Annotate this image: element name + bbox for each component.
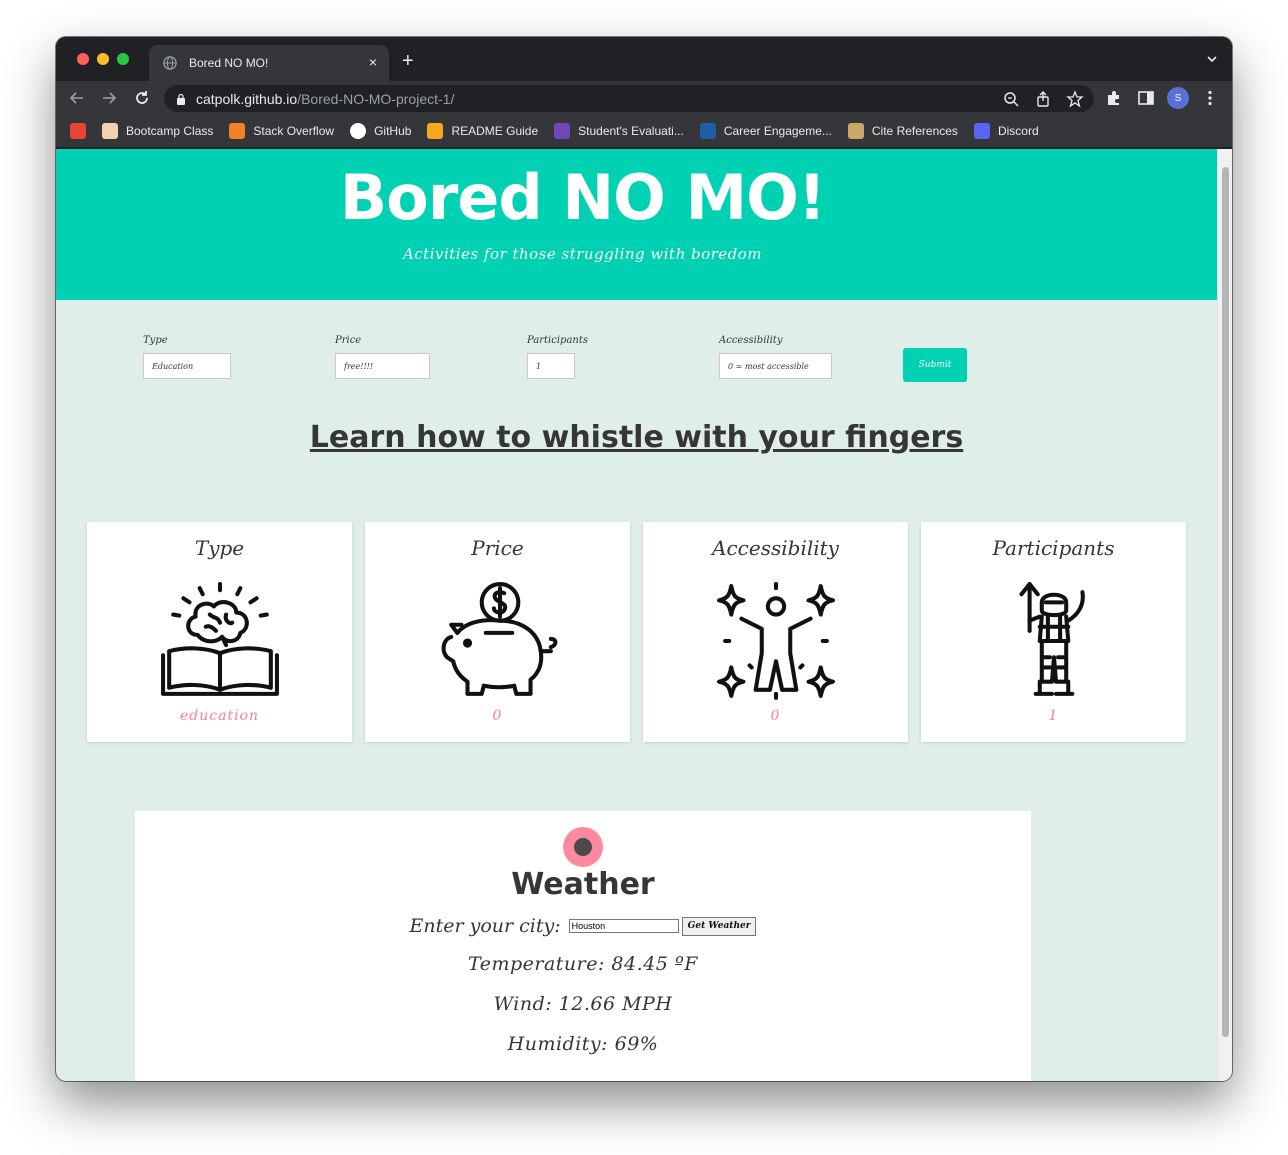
bookmark-label: Stack Overflow (253, 124, 335, 138)
discord-icon (973, 123, 990, 139)
side-panel-icon[interactable] (1137, 89, 1155, 107)
forms-icon (554, 123, 571, 139)
gmail-icon (70, 123, 86, 139)
bookmark-label: GitHub (374, 124, 412, 138)
zoom-icon[interactable] (1002, 90, 1020, 108)
scrollbar-thumb[interactable] (1222, 167, 1229, 1037)
activity-title[interactable]: Learn how to whistle with your fingers (56, 420, 1217, 455)
submit-button[interactable]: Submit (903, 348, 967, 382)
price-field[interactable] (335, 353, 430, 379)
minimize-window-button[interactable] (97, 53, 109, 65)
new-tab-button[interactable]: + (402, 51, 414, 71)
bookmark-label: Bootcamp Class (126, 124, 214, 138)
bookmark-label: Career Engageme... (723, 124, 832, 138)
price-label: Price (335, 335, 362, 346)
url-path: /Bored-NO-MO-project-1/ (297, 90, 455, 107)
city-row: Enter your city: Get Weather (135, 915, 1031, 937)
type-field[interactable] (143, 353, 231, 379)
bookmark-forms[interactable]: Student's Evaluati... (554, 123, 684, 139)
brain-book-icon (161, 582, 279, 696)
bootcamp-icon (102, 123, 118, 139)
browser-window: Bored NO MO! × + catpolk.github.io/Bored… (56, 37, 1232, 1081)
humidity-text: Humidity: 69% (507, 1033, 659, 1055)
bookmarks-bar: Bootcamp Class Stack Overflow GitHub README… (56, 115, 1232, 148)
card-value: education (180, 708, 259, 724)
bookmark-gmail[interactable] (70, 123, 94, 139)
bookmark-label: Student's Evaluati... (578, 124, 684, 138)
reload-icon[interactable] (133, 89, 151, 107)
price-card: Price 0 (365, 522, 630, 742)
bookmark-github[interactable]: GitHub (350, 123, 411, 139)
bookmark-discord[interactable]: Discord (973, 123, 1039, 139)
hero-banner: Bored NO MO! Activities for those strugg… (56, 149, 1217, 300)
tab-close-icon[interactable]: × (369, 54, 377, 70)
tab-bored-no-mo[interactable]: Bored NO MO! × (149, 45, 389, 81)
accessibility-label: Accessibility (719, 335, 783, 346)
card-title: Price (471, 536, 524, 560)
card-title: Participants (992, 536, 1115, 560)
share-icon[interactable] (1034, 90, 1052, 108)
page-subtitle: Activities for those struggling with bor… (402, 245, 763, 263)
bookmark-label: Discord (997, 124, 1039, 138)
card-title: Type (194, 536, 245, 560)
weather-dot-icon (563, 827, 603, 867)
card-value: 1 (1048, 708, 1059, 724)
close-window-button[interactable] (77, 53, 89, 65)
get-weather-button[interactable]: Get Weather (681, 916, 757, 936)
weather-panel: Weather Enter your city: Get Weather Tem… (135, 811, 1031, 1081)
type-card: Type education (87, 522, 352, 742)
page-scrollbar[interactable] (1217, 149, 1232, 1081)
url-host: catpolk.github.io (196, 90, 298, 107)
cite-icon (847, 123, 864, 139)
page-title: Bored NO MO! (339, 161, 826, 234)
lock-icon (177, 93, 185, 105)
browser-toolbar: catpolk.github.io/Bored-NO-MO-project-1/ (56, 81, 1232, 115)
stackoverflow-icon (229, 123, 246, 139)
temperature-text: Temperature: 84.45 ºF (468, 953, 698, 975)
piggy-bank-icon (441, 582, 558, 696)
globe-icon (163, 56, 177, 70)
bookmark-cite[interactable]: Cite References (847, 123, 958, 139)
chevron-down-icon[interactable] (1206, 53, 1218, 65)
participants-field[interactable] (527, 353, 575, 379)
type-label: Type (143, 335, 168, 346)
extensions-puzzle-icon[interactable] (1105, 89, 1123, 107)
participants-card: Participants 1 (921, 522, 1186, 742)
page-viewport: Bored NO MO! Activities for those strugg… (56, 149, 1232, 1081)
github-icon (350, 123, 367, 139)
profile-avatar[interactable]: S (1167, 87, 1189, 109)
bookmark-star-icon[interactable] (1066, 90, 1084, 108)
card-title: Accessibility (712, 536, 839, 560)
city-input[interactable] (568, 919, 679, 933)
bookmark-label: Cite References (871, 124, 958, 138)
back-arrow-icon[interactable] (68, 89, 86, 107)
forward-arrow-icon[interactable] (100, 89, 118, 107)
card-value: 0 (492, 708, 503, 724)
readme-icon (427, 123, 444, 139)
astronaut-icon (1019, 582, 1085, 696)
wind-text: Wind: 12.66 MPH (493, 993, 673, 1015)
bookmark-readme[interactable]: README Guide (427, 123, 538, 139)
tab-strip: Bored NO MO! × + (56, 37, 1232, 81)
sparkle-person-icon (717, 582, 835, 700)
bookmark-stackoverflow[interactable]: Stack Overflow (229, 123, 334, 139)
career-icon (699, 123, 716, 139)
more-menu-icon[interactable] (1201, 89, 1219, 107)
bookmark-career[interactable]: Career Engageme... (699, 123, 832, 139)
maximize-window-button[interactable] (117, 53, 129, 65)
accessibility-card: Accessibility 0 (643, 522, 908, 742)
tab-title: Bored NO MO! (189, 56, 269, 70)
card-value: 0 (770, 708, 781, 724)
participants-label: Participants (527, 335, 588, 346)
address-bar[interactable]: catpolk.github.io/Bored-NO-MO-project-1/ (164, 85, 1094, 112)
weather-title: Weather (511, 867, 655, 902)
accessibility-field[interactable] (719, 353, 832, 379)
city-label: Enter your city: (409, 915, 561, 937)
bookmark-label: README Guide (451, 124, 539, 138)
bookmark-bootcamp[interactable]: Bootcamp Class (102, 123, 213, 139)
